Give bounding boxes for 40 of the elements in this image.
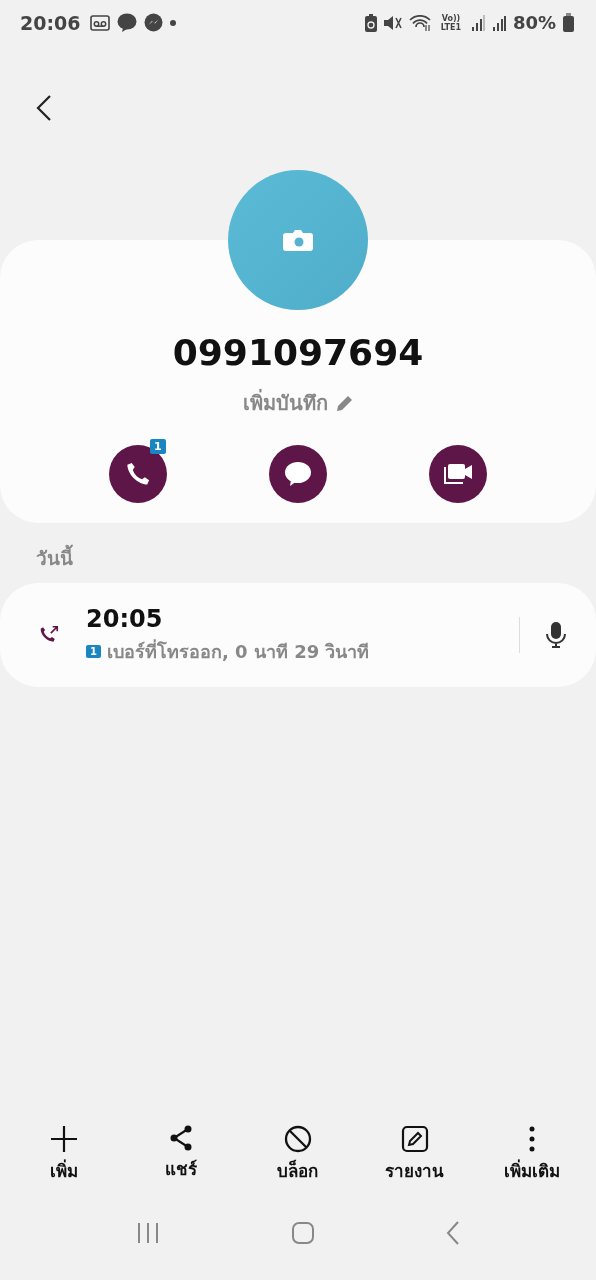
speech-bubble-icon xyxy=(283,460,313,488)
wifi-icon xyxy=(408,14,431,31)
call-detail: เบอร์ที่โทรออก, 0 นาที 29 วินาที xyxy=(106,638,370,664)
battery-level: 80% xyxy=(512,12,556,33)
call-log-entry[interactable]: 20:05 1 เบอร์ที่โทรออก, 0 นาที 29 วินาที xyxy=(0,583,596,687)
share-button[interactable]: แชร์ xyxy=(123,1125,240,1195)
voicemail-icon xyxy=(90,14,111,31)
microphone-icon[interactable] xyxy=(546,622,566,648)
block-icon xyxy=(284,1125,312,1153)
sim-badge: 1 xyxy=(150,439,166,454)
more-icon xyxy=(527,1125,536,1153)
message-button[interactable] xyxy=(269,445,327,503)
chat-bubble-icon xyxy=(117,13,138,32)
call-time: 20:05 xyxy=(86,604,164,633)
section-heading: วันนี้ xyxy=(36,543,596,573)
messenger-icon xyxy=(144,13,164,32)
phone-number: 0991097694 xyxy=(172,332,424,373)
sim-badge: 1 xyxy=(86,644,101,658)
recent-apps-button[interactable] xyxy=(135,1221,160,1244)
camera-icon xyxy=(283,229,313,251)
back-nav-button[interactable] xyxy=(446,1220,461,1245)
video-camera-icon xyxy=(442,462,474,486)
home-button[interactable] xyxy=(291,1220,315,1245)
pencil-icon xyxy=(335,394,354,412)
battery-saver-icon xyxy=(364,13,377,32)
block-button[interactable]: บล็อก xyxy=(240,1125,356,1195)
plus-icon xyxy=(50,1125,79,1153)
dot-icon xyxy=(170,19,177,26)
more-button[interactable]: เพิ่มเติม xyxy=(473,1125,590,1195)
network-label: Vo)) LTE1 xyxy=(439,13,463,32)
status-time: 20:06 xyxy=(20,11,81,34)
signal-icon xyxy=(491,14,506,31)
back-button[interactable] xyxy=(36,93,52,122)
edit-box-icon xyxy=(400,1125,429,1153)
video-call-button[interactable] xyxy=(429,445,487,503)
add-button[interactable]: เพิ่ม xyxy=(6,1125,123,1195)
report-button[interactable]: รายงาน xyxy=(356,1125,473,1195)
signal-icon xyxy=(470,14,485,31)
mute-icon xyxy=(383,14,402,31)
battery-icon xyxy=(563,13,574,32)
